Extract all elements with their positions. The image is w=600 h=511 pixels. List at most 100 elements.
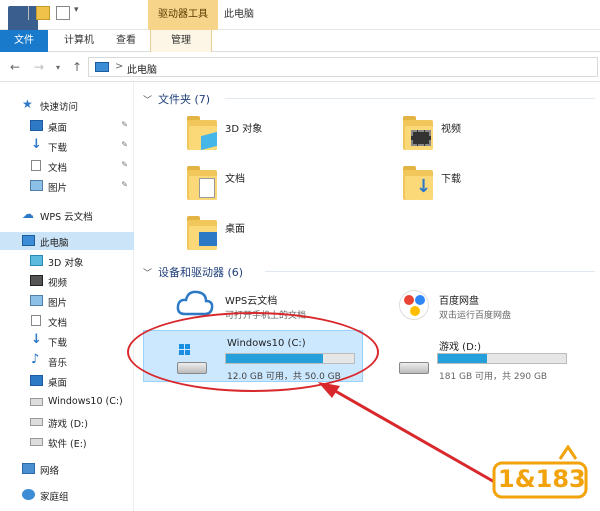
sidebar-item-drive-d[interactable]: 游戏 (D:) — [0, 413, 134, 431]
drive-d-name[interactable]: 游戏 (D:) — [439, 338, 481, 353]
divider — [265, 271, 595, 272]
divider — [225, 98, 595, 99]
chevron-down-icon: ﹀ — [143, 96, 153, 106]
document-icon — [31, 315, 41, 326]
new-folder-icon[interactable] — [56, 6, 70, 20]
watermark-text: 1&183 — [498, 465, 586, 493]
tab-file[interactable]: 文件 — [0, 30, 48, 52]
pin-icon[interactable]: ✎ — [121, 160, 128, 169]
baidu-netdisk-icon[interactable] — [399, 290, 429, 320]
hard-drive-icon[interactable] — [399, 362, 429, 374]
sidebar-label: 此电脑 — [40, 238, 69, 249]
back-arrow-icon[interactable]: ← — [10, 60, 20, 74]
sidebar-item-homegroup[interactable]: 家庭组 — [0, 486, 134, 504]
baidu-title[interactable]: 百度网盘 — [439, 292, 479, 307]
folders-group-header[interactable]: ﹀ 文件夹 (7) — [143, 91, 210, 107]
sidebar-label: 图片 — [48, 183, 68, 194]
sidebar-item-documents-pc[interactable]: 文档 — [0, 312, 134, 330]
this-pc-icon — [95, 62, 109, 72]
sidebar-label: 桌面 — [48, 123, 68, 134]
folder-documents[interactable] — [187, 166, 217, 200]
sidebar-label: 游戏 (D:) — [48, 419, 88, 430]
computer-icon — [22, 235, 35, 246]
sidebar-label: 网络 — [40, 466, 60, 477]
tab-manage[interactable]: 管理 — [150, 30, 212, 52]
sidebar-item-videos[interactable]: 视频 — [0, 272, 134, 290]
sidebar-item-drive-c[interactable]: Windows10 (C:) — [0, 393, 134, 411]
network-icon — [22, 463, 35, 474]
sidebar-label: 快速访问 — [40, 102, 79, 113]
download-arrow-icon: ↓ — [416, 176, 432, 197]
folder-label[interactable]: 下载 — [441, 170, 461, 185]
tab-view[interactable]: 查看 — [108, 30, 144, 52]
sidebar-label: 文档 — [48, 318, 68, 329]
devices-group-header[interactable]: ﹀ 设备和驱动器 (6) — [143, 264, 243, 280]
sidebar-item-pictures-pc[interactable]: 图片 — [0, 292, 134, 310]
pictures-icon — [30, 180, 43, 191]
folder-label[interactable]: 文档 — [225, 170, 245, 185]
monitor-icon — [199, 232, 217, 246]
pin-icon[interactable]: ✎ — [121, 120, 128, 129]
properties-icon[interactable] — [36, 6, 50, 20]
folder-downloads[interactable]: ↓ — [403, 166, 433, 200]
pin-icon[interactable]: ✎ — [121, 140, 128, 149]
folder-label[interactable]: 视频 — [441, 120, 461, 135]
highlight-ellipse — [127, 312, 379, 392]
sidebar-item-wps[interactable]: ☁ WPS 云文档 — [0, 206, 134, 224]
chevron-down-icon: ﹀ — [143, 269, 153, 279]
forward-arrow-icon[interactable]: → — [34, 60, 44, 74]
wps-title[interactable]: WPS云文档 — [225, 292, 277, 307]
folder-label[interactable]: 桌面 — [225, 220, 245, 235]
customize-dropdown-icon[interactable]: ▾ — [74, 5, 82, 19]
sidebar-item-desktop[interactable]: 桌面 ✎ — [0, 117, 134, 135]
breadcrumb-chevron[interactable]: > — [115, 61, 123, 72]
desktop-icon — [30, 375, 43, 386]
sidebar-item-this-pc[interactable]: 此电脑 — [0, 232, 134, 250]
baidu-subtitle: 双击运行百度网盘 — [439, 311, 512, 321]
group-title: 设备和驱动器 (6) — [158, 266, 244, 279]
video-icon — [30, 275, 43, 286]
sidebar-label: 下载 — [48, 338, 68, 349]
sidebar-item-downloads[interactable]: ↓ 下载 ✎ — [0, 137, 134, 155]
sidebar-item-documents[interactable]: 文档 ✎ — [0, 157, 134, 175]
pictures-icon — [30, 295, 43, 306]
homegroup-icon — [22, 489, 35, 500]
watermark-logo: 1&183 — [490, 444, 590, 501]
tab-computer[interactable]: 计算机 — [56, 30, 102, 52]
sidebar-label: 桌面 — [48, 378, 68, 389]
address-box[interactable]: > 此电脑 — [88, 57, 598, 77]
star-icon: ★ — [22, 97, 33, 111]
breadcrumb-this-pc[interactable]: 此电脑 — [127, 61, 157, 76]
address-bar-row: ← → ▾ ↑ > 此电脑 — [0, 52, 600, 82]
ribbon-tabs: 文件 计算机 查看 管理 — [0, 30, 600, 52]
drive-tools-context-tab[interactable]: 驱动器工具 — [148, 0, 218, 30]
pin-icon[interactable]: ✎ — [121, 180, 128, 189]
sidebar-item-quick-access[interactable]: ★ 快速访问 — [0, 96, 134, 114]
sidebar-item-drive-e[interactable]: 软件 (E:) — [0, 433, 134, 451]
sidebar-item-music[interactable]: ♪ 音乐 — [0, 352, 134, 370]
folder-label[interactable]: 3D 对象 — [225, 120, 262, 135]
up-arrow-icon[interactable]: ↑ — [72, 60, 82, 74]
3d-objects-icon — [30, 255, 43, 266]
separator — [28, 6, 29, 20]
usage-fill — [438, 354, 487, 363]
sidebar-label: 下载 — [48, 143, 68, 154]
film-icon — [411, 130, 431, 146]
music-icon: ♪ — [31, 352, 40, 367]
title-bar: ▾ 驱动器工具 此电脑 — [0, 0, 600, 40]
sidebar-label: 文档 — [48, 163, 68, 174]
folder-3d-objects[interactable] — [187, 116, 217, 151]
sidebar-item-3d-objects[interactable]: 3D 对象 — [0, 252, 134, 270]
recent-locations-dropdown-icon[interactable]: ▾ — [56, 63, 60, 72]
sidebar-label: 3D 对象 — [48, 258, 84, 269]
sidebar-item-network[interactable]: 网络 — [0, 460, 134, 478]
group-title: 文件夹 (7) — [158, 93, 211, 106]
sidebar-item-desktop-pc[interactable]: 桌面 — [0, 372, 134, 390]
folder-videos[interactable] — [403, 116, 433, 150]
folder-desktop[interactable] — [187, 216, 217, 250]
navigation-pane: ★ 快速访问 桌面 ✎ ↓ 下载 ✎ 文档 ✎ 图片 ✎ ☁ WPS 云文档 此… — [0, 82, 134, 511]
sidebar-item-pictures[interactable]: 图片 ✎ — [0, 177, 134, 195]
sidebar-label: Windows10 (C:) — [48, 396, 123, 407]
download-icon: ↓ — [31, 332, 42, 347]
sidebar-item-downloads-pc[interactable]: ↓ 下载 — [0, 332, 134, 350]
